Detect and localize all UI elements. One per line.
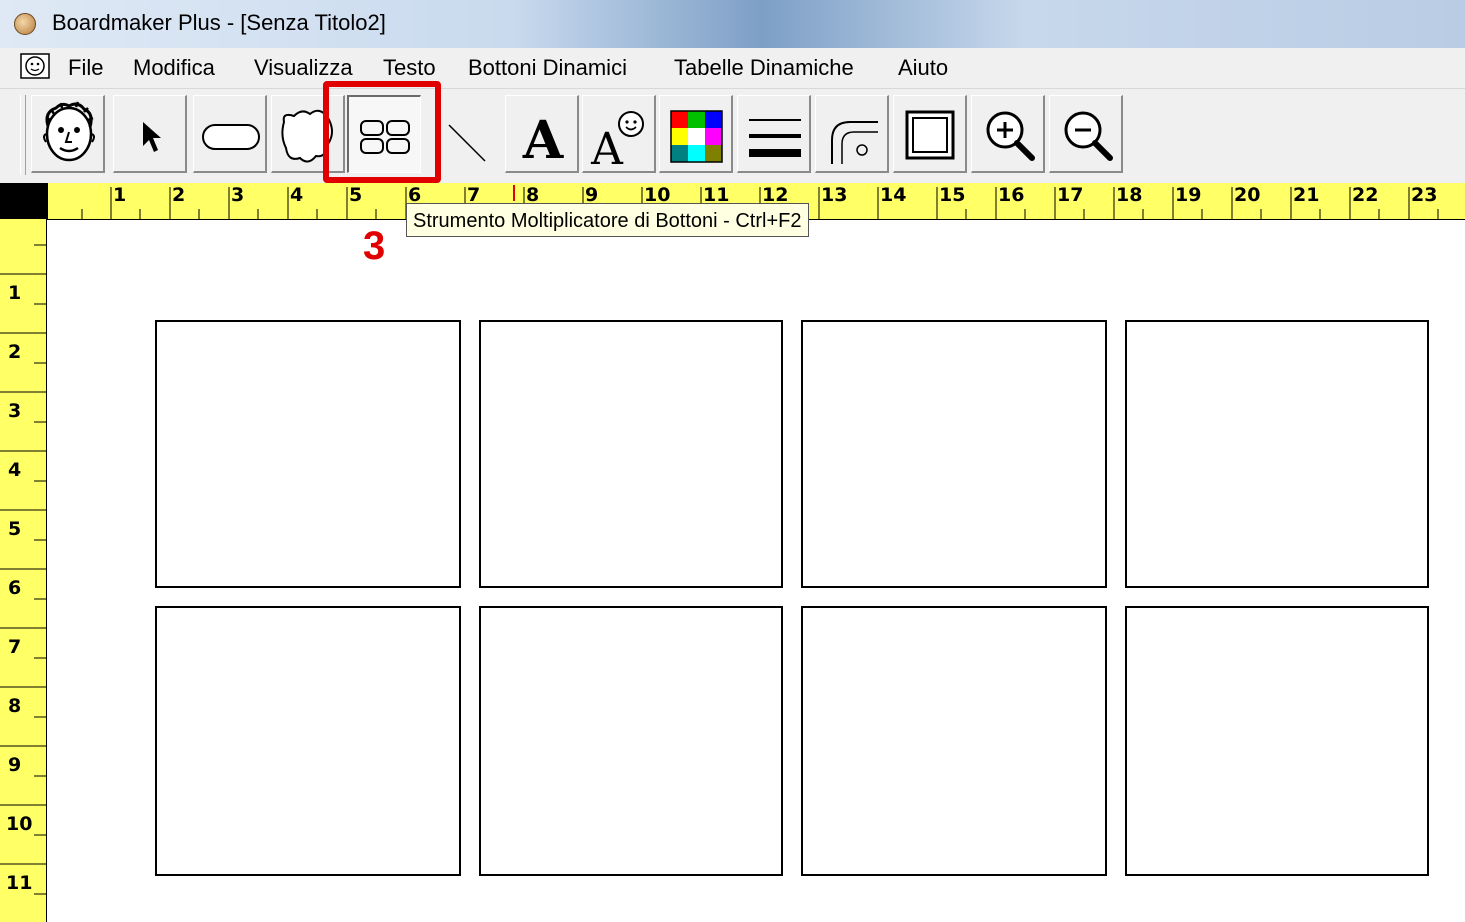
menu-testo[interactable]: Testo [383,55,436,81]
step-number-annotation: 3 [363,224,386,268]
board-cell[interactable] [1125,320,1429,588]
ruler-left-label: 5 [8,518,22,540]
ruler-top-label: 23 [1411,184,1438,206]
ruler-top-label: 13 [821,184,848,206]
ruler-left-label: 11 [6,872,33,894]
ruler-left-label: 10 [6,813,33,835]
ruler-top-label: 1 [113,184,127,206]
ruler-top-label: 8 [526,184,540,206]
color-tool-button[interactable] [659,95,733,173]
tool-palette: A A [0,89,1465,183]
zoom-in-button[interactable] [971,95,1045,173]
board-cell[interactable] [801,320,1107,588]
board-cell[interactable] [479,320,783,588]
title-bar: Boardmaker Plus - [Senza Titolo2] [0,0,1465,48]
document-face-icon[interactable] [20,53,50,79]
button-sequencer-icon [360,120,410,154]
ruler-left-label: 4 [8,459,22,481]
text-icon: A [522,110,564,171]
ruler-left-label: 7 [8,636,22,658]
pointer-arrow-icon [143,122,161,152]
ruler-top-label: 17 [1057,184,1084,206]
ruler-top-label: 7 [467,184,481,206]
ruler-left-label: 8 [8,695,22,717]
ruler-top-label: 2 [172,184,186,206]
ruler-top-label: 4 [290,184,304,206]
corner-radius-icon [831,121,878,164]
button-sequencer-tool-button[interactable] [347,95,421,173]
ruler-corner [0,183,48,219]
ruler-top-label: 19 [1175,184,1202,206]
line-thickness-tool-button[interactable] [737,95,811,173]
menu-visualizza[interactable]: Visualizza [254,55,353,81]
ruler-left-label: 2 [8,341,22,363]
ruler-top-label: 6 [408,184,422,206]
toolbar-grip[interactable] [20,95,26,175]
ruler-top-label: 10 [644,184,671,206]
border-tool-button[interactable] [893,95,967,173]
text-tool-button[interactable]: A [505,95,579,173]
ruler-left-label: 6 [8,577,22,599]
ruler-top-label: 14 [880,184,907,206]
ruler-left-label: 9 [8,754,22,776]
freeform-shape-icon [281,109,333,163]
symbol-text-tool-button[interactable]: A [582,95,656,174]
rectangle-tool-button[interactable] [193,95,267,173]
menu-file[interactable]: File [68,55,103,81]
border-frame-icon [905,110,955,160]
ruler-left-label: 3 [8,400,22,422]
line-thickness-icon [749,119,801,157]
board-canvas[interactable] [47,220,1465,922]
board-cell[interactable] [155,606,461,876]
ruler-top-label: 3 [231,184,245,206]
menu-bar: File Modifica Visualizza Testo Bottoni D… [0,48,1465,89]
board-cell[interactable] [479,606,783,876]
window-title: Boardmaker Plus - [Senza Titolo2] [52,10,386,35]
app-icon[interactable] [14,13,36,35]
board-cell[interactable] [801,606,1107,876]
vertical-ruler: 1 2 3 4 5 6 7 8 9 10 11 [0,219,47,922]
corner-tool-button[interactable] [815,95,889,173]
ruler-top-label: 5 [349,184,363,206]
menu-aiuto[interactable]: Aiuto [898,55,948,81]
ruler-top-label: 16 [998,184,1025,206]
svg-text:A: A [590,124,624,174]
board-cell[interactable] [1125,606,1429,876]
ruler-top-label: 22 [1352,184,1379,206]
ruler-left-label: 1 [8,282,22,304]
freeform-tool-button[interactable] [271,95,345,173]
svg-text:A: A [522,110,564,171]
ruler-top-label: 11 [703,184,730,206]
line-icon [448,124,486,162]
symbol-finder-button[interactable] [31,95,105,173]
line-tool-button[interactable] [429,95,503,173]
symbol-finder-face-icon [43,101,95,162]
pointer-tool-button[interactable] [113,95,187,173]
zoom-out-button[interactable] [1049,95,1123,173]
ruler-top-label: 12 [762,184,789,206]
color-palette-icon [670,110,723,163]
menu-bottoni-dinamici[interactable]: Bottoni Dinamici [468,55,627,81]
ruler-top-label: 15 [939,184,966,206]
ruler-top-label: 21 [1293,184,1320,206]
ruler-top-label: 18 [1116,184,1143,206]
rounded-rectangle-icon [202,124,260,150]
ruler-top-label: 9 [585,184,599,206]
menu-tabelle-dinamiche[interactable]: Tabelle Dinamiche [674,55,854,81]
zoom-out-icon [1064,111,1113,161]
ruler-top-label: 20 [1234,184,1261,206]
tooltip: Strumento Moltiplicatore di Bottoni - Ct… [406,203,809,237]
menu-modifica[interactable]: Modifica [133,55,215,81]
zoom-in-icon [986,111,1035,161]
board-cell[interactable] [155,320,461,588]
symbol-text-icon: A [590,111,644,174]
